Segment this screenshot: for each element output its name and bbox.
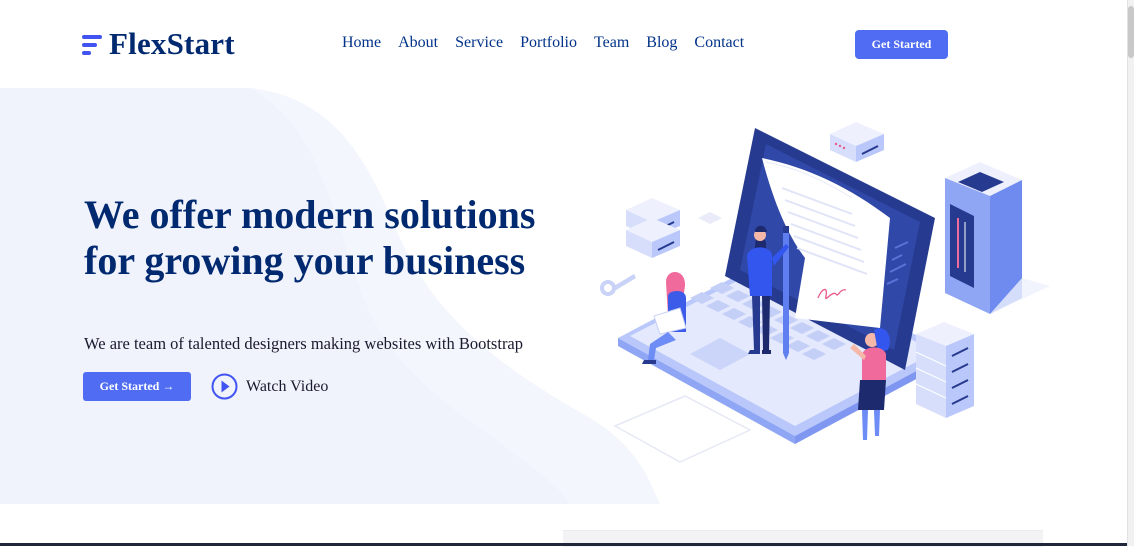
watch-video-label: Watch Video bbox=[246, 377, 329, 395]
site-header: FlexStart Home About Service Portfolio T… bbox=[0, 0, 1128, 88]
page-scrollbar[interactable] bbox=[1127, 0, 1134, 546]
nav-item-home[interactable]: Home bbox=[342, 34, 381, 52]
header-get-started-button[interactable]: Get Started bbox=[855, 30, 948, 59]
main-nav: Home About Service Portfolio Team Blog C… bbox=[342, 34, 761, 52]
nav-item-blog[interactable]: Blog bbox=[646, 34, 677, 52]
brand-name: FlexStart bbox=[109, 26, 235, 61]
isometric-laptop-team-illustration bbox=[600, 122, 1050, 463]
play-circle-icon bbox=[211, 373, 238, 400]
hero-get-started-button[interactable]: Get Started → bbox=[83, 372, 191, 401]
hero-section: We offer modern solutions for growing yo… bbox=[0, 88, 1128, 504]
logo-lines-icon bbox=[82, 30, 104, 58]
watch-video-button[interactable]: Watch Video bbox=[211, 373, 328, 400]
nav-item-team[interactable]: Team bbox=[594, 34, 629, 52]
nav-item-portfolio[interactable]: Portfolio bbox=[520, 34, 577, 52]
next-section-preview bbox=[0, 504, 1128, 547]
nav-item-about[interactable]: About bbox=[398, 34, 438, 52]
scrollbar-thumb[interactable] bbox=[1128, 6, 1134, 58]
nav-item-service[interactable]: Service bbox=[455, 34, 503, 52]
hero-subtitle: We are team of talented designers making… bbox=[84, 334, 524, 353]
nav-item-contact[interactable]: Contact bbox=[694, 34, 744, 52]
logo[interactable]: FlexStart bbox=[82, 26, 235, 62]
hero-title: We offer modern solutions for growing yo… bbox=[84, 192, 536, 283]
